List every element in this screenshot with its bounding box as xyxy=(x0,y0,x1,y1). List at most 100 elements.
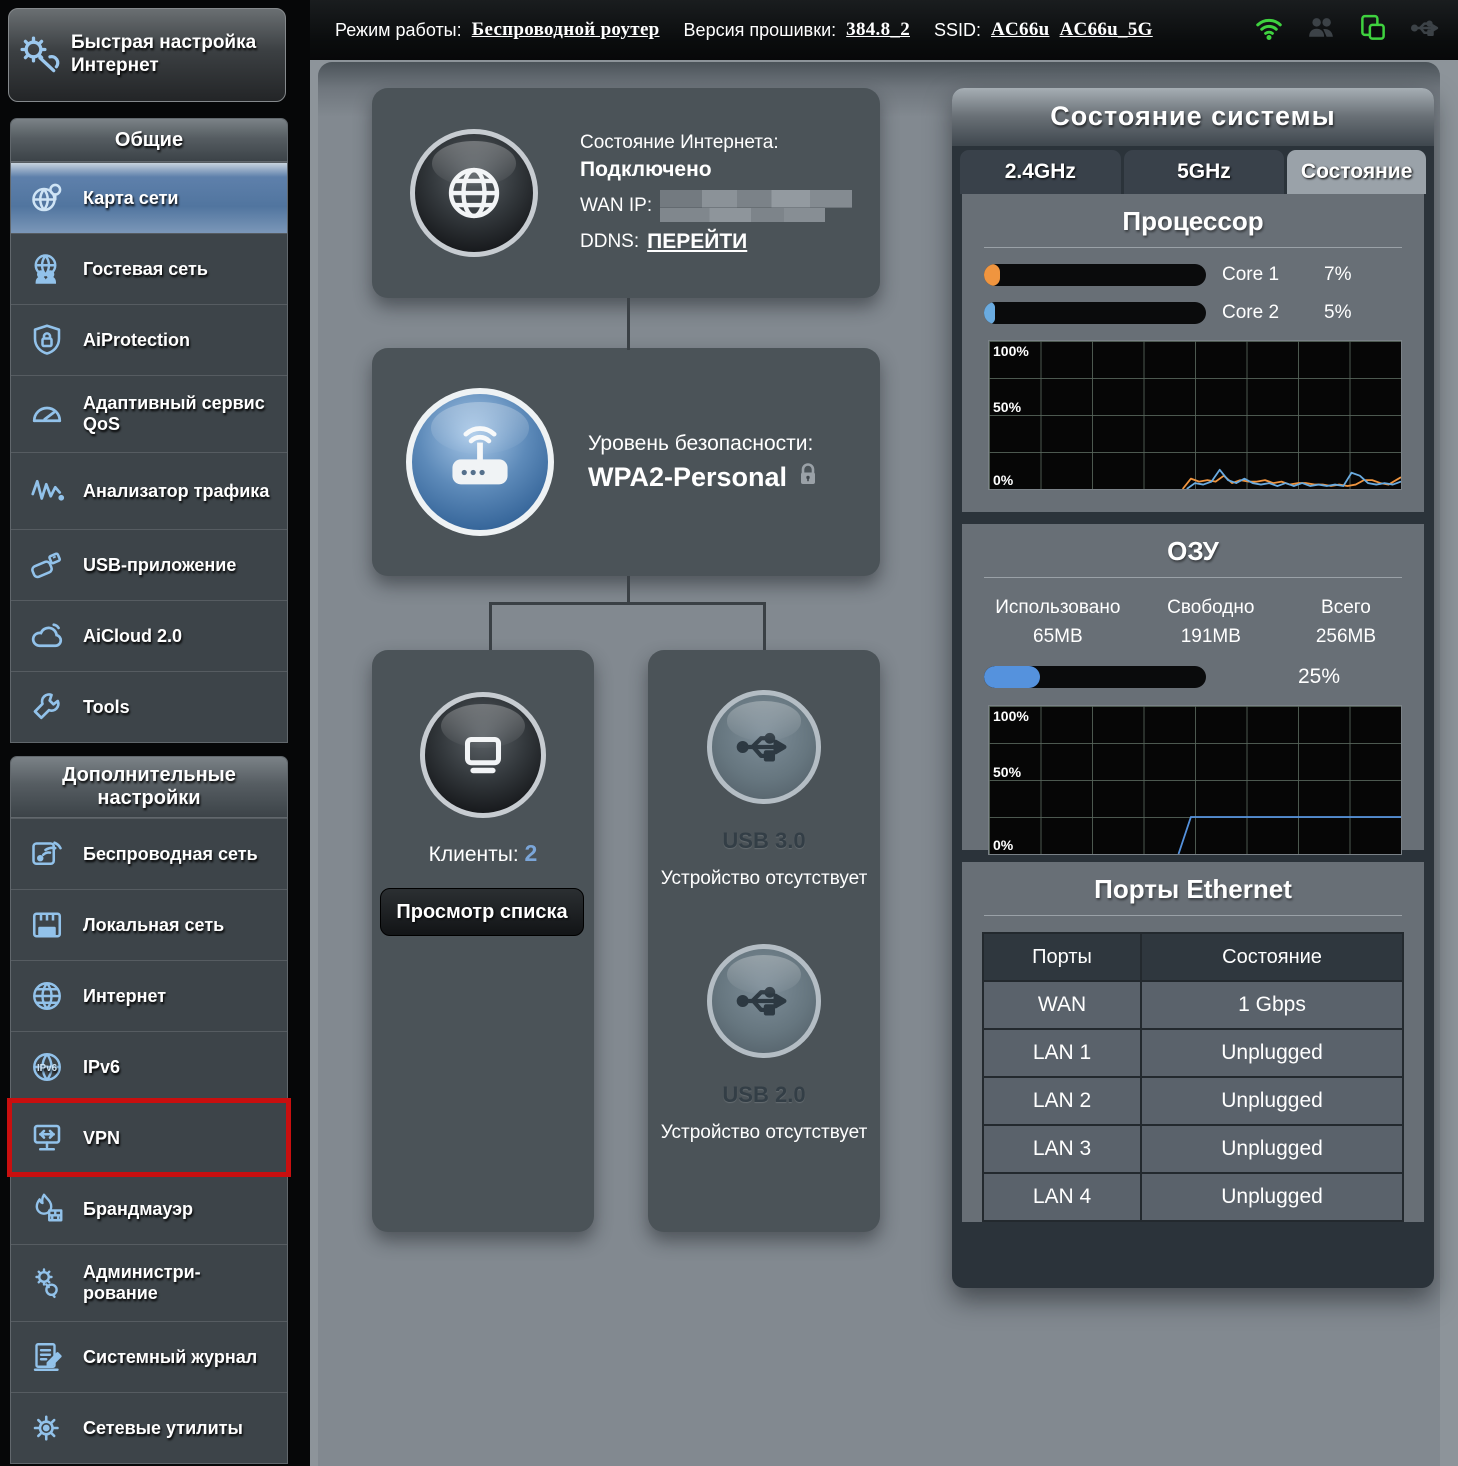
device-status-icon[interactable] xyxy=(1358,13,1388,48)
port-status: Unplugged xyxy=(1141,1173,1403,1221)
sidebar-item-ipv6[interactable]: IPv6 IPv6 xyxy=(11,1031,287,1102)
port-status: Unplugged xyxy=(1141,1125,1403,1173)
sidebar-item-label: Гостевая сеть xyxy=(83,259,208,280)
sidebar-item-network-map[interactable]: Карта сети xyxy=(11,162,287,233)
ram-axis-100: 100% xyxy=(993,708,1029,724)
network-map-icon xyxy=(25,180,69,216)
ram-bar-row: 25% xyxy=(962,665,1424,689)
usb2-status: Устройство отсутствует xyxy=(661,1120,868,1146)
sidebar-item-label: Брандмауэр xyxy=(83,1199,193,1220)
ram-title: ОЗУ xyxy=(962,524,1424,567)
ethernet-ports-section: Порты Ethernet Порты Состояние WAN 1 Gbp… xyxy=(962,862,1424,1222)
firmware-value-link[interactable]: 384.8_2 xyxy=(846,19,910,41)
sidebar-item-wireless[interactable]: Беспроводная сеть xyxy=(11,818,287,889)
mode-value-link[interactable]: Беспроводной роутер xyxy=(472,19,660,41)
aiprotection-icon xyxy=(25,322,69,358)
usb-status-icon[interactable] xyxy=(1410,13,1440,48)
connector-branch-clients xyxy=(489,602,492,650)
usb-card[interactable]: USB 3.0 Устройство отсутствует USB 2.0 У… xyxy=(648,650,880,1232)
ssid-5-link[interactable]: AC66u_5G xyxy=(1060,19,1153,41)
core1-value: 7% xyxy=(1324,264,1351,286)
sidebar-item-aicloud[interactable]: AiCloud 2.0 xyxy=(11,600,287,671)
sidebar-item-network-tools[interactable]: Сетевые утилиты xyxy=(11,1392,287,1463)
sidebar-item-wan[interactable]: Интернет xyxy=(11,960,287,1031)
usb3-node-icon[interactable] xyxy=(707,690,821,804)
usb2-node-icon[interactable] xyxy=(707,944,821,1058)
internet-globe-node-icon[interactable] xyxy=(410,129,538,257)
cpu-axis-100: 100% xyxy=(993,343,1029,359)
ports-col-header: Порты xyxy=(983,933,1141,981)
router-node-icon[interactable] xyxy=(406,388,554,536)
core2-value: 5% xyxy=(1324,302,1351,324)
clients-status-icon[interactable] xyxy=(1306,13,1336,48)
internet-status-card[interactable]: Состояние Интернета: Подключено WAN IP: … xyxy=(372,88,880,298)
sidebar-item-label: Локальная сеть xyxy=(83,915,224,936)
sidebar-item-lan[interactable]: Локальная сеть xyxy=(11,889,287,960)
ssid-label: SSID: xyxy=(934,20,981,41)
tab-24ghz[interactable]: 2.4GHz xyxy=(960,150,1121,194)
sidebar-item-label: Tools xyxy=(83,697,130,718)
ram-bar-fill xyxy=(984,666,1040,688)
port-name: LAN 2 xyxy=(983,1077,1141,1125)
clients-node-icon[interactable] xyxy=(420,692,546,818)
view-client-list-button[interactable]: Просмотр списка xyxy=(380,888,584,936)
sidebar-item-tools[interactable]: Tools xyxy=(11,671,287,742)
ram-used-label: Использовано xyxy=(976,594,1140,623)
port-name: LAN 1 xyxy=(983,1029,1141,1077)
port-status: Unplugged xyxy=(1141,1077,1403,1125)
clients-card[interactable]: Клиенты: 2 Просмотр списка xyxy=(372,650,594,1232)
clients-label: Клиенты: xyxy=(429,843,519,866)
system-status-panel: Состояние системы 2.4GHz 5GHz Состояние … xyxy=(952,88,1434,1288)
mode-label: Режим работы: xyxy=(335,20,462,41)
connector-branch-usb xyxy=(763,602,766,650)
menu-general-title: Общие xyxy=(11,119,287,162)
sidebar-item-label: USB-приложение xyxy=(83,555,236,576)
guest-network-icon xyxy=(25,251,69,287)
core1-bar xyxy=(984,264,1206,286)
sidebar-item-usb-application[interactable]: USB-приложение xyxy=(11,529,287,600)
core2-bar xyxy=(984,302,1206,324)
sidebar-item-aiprotection[interactable]: AiProtection xyxy=(11,304,287,375)
wireless-icon xyxy=(25,836,69,872)
sidebar-item-traffic-analyzer[interactable]: Анализатор трафика xyxy=(11,452,287,529)
ram-total-value: 256MB xyxy=(1282,623,1410,652)
sidebar-item-label: Адаптивный сервис QoS xyxy=(83,393,279,434)
ethernet-port-icon xyxy=(25,907,69,943)
usb3-status: Устройство отсутствует xyxy=(661,866,868,892)
internet-status-value: Подключено xyxy=(580,158,852,182)
sidebar-item-guest-network[interactable]: Гостевая сеть xyxy=(11,233,287,304)
aicloud-icon xyxy=(25,618,69,654)
core2-row: Core 2 5% xyxy=(962,302,1424,324)
ram-free-value: 191MB xyxy=(1140,623,1282,652)
port-status: 1 Gbps xyxy=(1141,981,1403,1029)
sidebar-item-vpn[interactable]: VPN xyxy=(11,1102,287,1173)
quick-setup-button[interactable]: Быстрая настройка Интернет xyxy=(8,8,286,102)
security-level-label: Уровень безопасности: xyxy=(588,432,819,456)
ddns-go-link[interactable]: ПЕРЕЙТИ xyxy=(647,230,747,254)
wrench-icon xyxy=(25,689,69,725)
sidebar-item-administration[interactable]: Администри- рование xyxy=(11,1244,287,1321)
ram-percent: 25% xyxy=(1298,665,1340,689)
wifi-status-icon[interactable] xyxy=(1254,13,1284,48)
sidebar-item-firewall[interactable]: Брандмауэр xyxy=(11,1173,287,1244)
tab-status[interactable]: Состояние xyxy=(1287,150,1426,194)
usb3-title: USB 3.0 xyxy=(722,828,805,854)
usb2-title: USB 2.0 xyxy=(722,1082,805,1108)
ssid-24-link[interactable]: AC66u xyxy=(991,19,1050,41)
ethernet-ports-title: Порты Ethernet xyxy=(962,862,1424,905)
port-name: WAN xyxy=(983,981,1141,1029)
tab-5ghz[interactable]: 5GHz xyxy=(1124,150,1285,194)
svg-text:IPv6: IPv6 xyxy=(37,1063,58,1074)
sidebar-item-qos[interactable]: Адаптивный сервис QoS xyxy=(11,375,287,452)
port-status: Unplugged xyxy=(1141,1029,1403,1077)
quick-setup-label: Быстрая настройка Интернет xyxy=(71,32,277,78)
cpu-title: Процессор xyxy=(962,194,1424,237)
wan-ip-label: WAN IP: xyxy=(580,195,652,217)
sidebar-item-label: Администри- рование xyxy=(83,1262,279,1303)
ethernet-ports-table: Порты Состояние WAN 1 Gbps LAN 1 Unplugg… xyxy=(982,932,1404,1222)
sidebar-item-system-log[interactable]: Системный журнал xyxy=(11,1321,287,1392)
security-level-card[interactable]: Уровень безопасности: WPA2-Personal xyxy=(372,348,880,576)
sidebar-item-label: Интернет xyxy=(83,986,166,1007)
ipv6-icon: IPv6 xyxy=(25,1049,69,1085)
sidebar-item-label: Системный журнал xyxy=(83,1347,257,1368)
